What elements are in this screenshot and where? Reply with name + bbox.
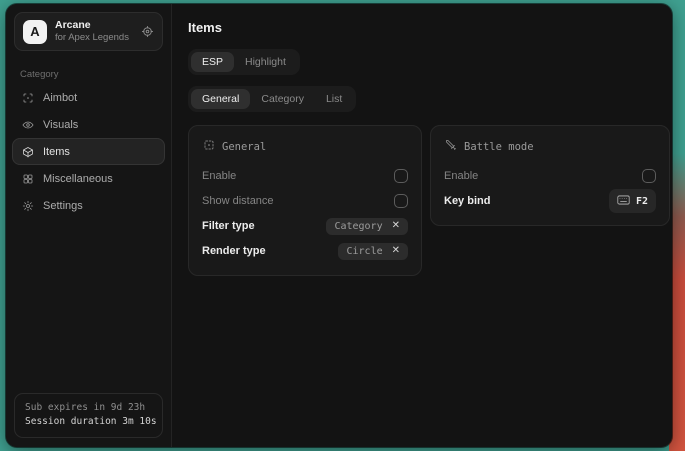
- items-box-icon: [21, 145, 34, 158]
- battle-enable-label: Enable: [444, 170, 478, 182]
- arcane-window: A Arcane for Apex Legends Category Aimbo…: [6, 4, 672, 447]
- sidebar-item-visuals[interactable]: Visuals: [12, 111, 165, 138]
- sidebar-item-items[interactable]: Items: [12, 138, 165, 165]
- sidebar-item-label: Items: [43, 146, 70, 158]
- tab-esp[interactable]: ESP: [191, 52, 234, 72]
- view-tab-group: General Category List: [188, 86, 356, 112]
- enable-row: Enable: [202, 164, 408, 188]
- filter-type-row: Filter type Category ✕: [202, 214, 408, 238]
- main-content: Items ESP Highlight General Category Lis…: [172, 4, 672, 447]
- sidebar-item-label: Aimbot: [43, 92, 77, 104]
- category-section-label: Category: [20, 69, 171, 80]
- sidebar-item-label: Settings: [43, 200, 83, 212]
- render-type-label: Render type: [202, 245, 266, 257]
- misc-grid-icon: [21, 172, 34, 185]
- close-icon[interactable]: ✕: [392, 221, 400, 231]
- mode-tab-group: ESP Highlight: [188, 49, 300, 75]
- filter-type-label: Filter type: [202, 220, 255, 232]
- sidebar-item-settings[interactable]: Settings: [12, 192, 165, 219]
- brand-subtitle: for Apex Legends: [55, 32, 133, 44]
- battle-panel-header: Battle mode: [445, 139, 656, 154]
- keybind-button[interactable]: F2: [609, 189, 656, 213]
- battle-enable-row: Enable: [444, 164, 656, 188]
- show-distance-label: Show distance: [202, 195, 274, 207]
- page-title: Items: [188, 20, 670, 35]
- keybind-label: Key bind: [444, 195, 490, 207]
- keybind-row: Key bind F2: [444, 189, 656, 213]
- close-icon[interactable]: ✕: [392, 246, 400, 256]
- brand-card[interactable]: A Arcane for Apex Legends: [14, 12, 163, 51]
- focus-square-icon: [203, 139, 215, 154]
- sidebar-item-aimbot[interactable]: Aimbot: [12, 84, 165, 111]
- keyboard-icon: [617, 192, 630, 210]
- battle-enable-checkbox[interactable]: [642, 169, 656, 183]
- filter-type-value: Category: [334, 221, 382, 232]
- show-distance-row: Show distance: [202, 189, 408, 213]
- tab-list[interactable]: List: [315, 89, 353, 109]
- panels-row: General Enable Show distance Filter type…: [188, 125, 670, 276]
- render-type-row: Render type Circle ✕: [202, 239, 408, 263]
- keybind-value: F2: [636, 196, 648, 207]
- sidebar-spacer: [6, 219, 171, 385]
- brand-title: Arcane: [55, 19, 133, 32]
- settings-gear-icon: [21, 199, 34, 212]
- tab-category[interactable]: Category: [250, 89, 315, 109]
- sword-icon: [445, 139, 457, 154]
- render-type-value: Circle: [346, 246, 382, 257]
- subscription-info-card: Sub expires in 9d 23h Session duration 3…: [14, 393, 163, 438]
- aimbot-crosshair-icon: [21, 91, 34, 104]
- session-duration-text: Session duration 3m 10s: [25, 415, 152, 430]
- sidebar-item-label: Miscellaneous: [43, 173, 113, 185]
- sidebar-item-label: Visuals: [43, 119, 78, 131]
- tab-highlight[interactable]: Highlight: [234, 52, 297, 72]
- enable-checkbox[interactable]: [394, 169, 408, 183]
- general-panel-header: General: [203, 139, 408, 154]
- sidebar: A Arcane for Apex Legends Category Aimbo…: [6, 4, 172, 447]
- sub-expiry-text: Sub expires in 9d 23h: [25, 401, 152, 416]
- render-type-select[interactable]: Circle ✕: [338, 243, 408, 260]
- tab-general[interactable]: General: [191, 89, 250, 109]
- sidebar-nav: Aimbot Visuals Items Miscellaneous: [6, 84, 171, 219]
- show-distance-checkbox[interactable]: [394, 194, 408, 208]
- battle-mode-panel: Battle mode Enable Key bind F2: [430, 125, 670, 226]
- general-panel-title: General: [222, 141, 266, 153]
- brand-logo: A: [23, 20, 47, 44]
- enable-label: Enable: [202, 170, 236, 182]
- crosshair-icon[interactable]: [141, 25, 154, 38]
- filter-type-select[interactable]: Category ✕: [326, 218, 408, 235]
- battle-panel-title: Battle mode: [464, 141, 534, 153]
- sidebar-item-miscellaneous[interactable]: Miscellaneous: [12, 165, 165, 192]
- general-panel: General Enable Show distance Filter type…: [188, 125, 422, 276]
- visuals-eye-icon: [21, 118, 34, 131]
- brand-text: Arcane for Apex Legends: [55, 19, 133, 44]
